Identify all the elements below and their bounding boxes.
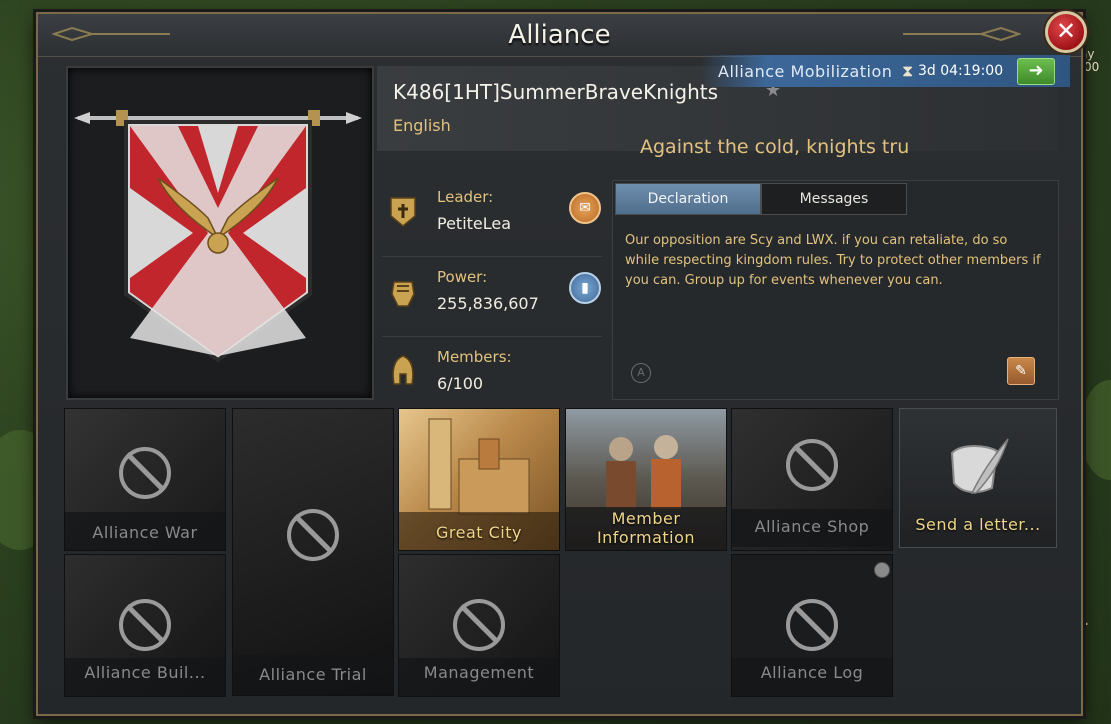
mobilization-timer: 3d 04:19:00 [918,63,1004,79]
notification-dot-icon [874,562,890,578]
tile-member-information[interactable]: Member Information [565,408,727,551]
tile-alliance-war[interactable]: Alliance War [64,408,226,551]
banner-flag-icon [74,110,362,363]
locked-icon [119,599,171,651]
locked-icon [119,447,171,499]
tile-label: Member Information [596,509,696,547]
tile-alliance-shop[interactable]: Alliance Shop [731,408,893,551]
members-value: 6/100 [437,374,484,393]
leader-crest-icon [390,197,416,227]
alliance-language: English [393,116,451,135]
edit-declaration-button[interactable]: ✎ [1007,357,1035,385]
locked-icon [453,599,505,651]
declaration-panel: Declaration Messages Our opposition are … [612,180,1059,400]
tile-label: Alliance Buil... [84,663,206,682]
map-foliage [1080,380,1111,480]
ornament-right-icon [903,27,1021,41]
tile-label: Alliance Trial [259,665,367,684]
power-label: Power: [437,268,488,286]
leader-row: Leader: PetiteLea ✉ [382,178,602,257]
tile-send-letter[interactable]: Send a letter... [899,408,1057,548]
stats-chart-icon[interactable]: ▮ [569,272,601,304]
members-label: Members: [437,348,512,366]
helmet-icon [392,355,414,385]
power-value: 255,836,607 [437,294,539,313]
alliance-mobilization-banner[interactable]: Alliance Mobilization ⧗ 3d 04:19:00 ➜ [700,55,1070,87]
alliance-window: Alliance K486[1HT]SummerBraveKnights ★ E… [36,12,1083,716]
leader-value: PetiteLea [437,214,512,233]
alliance-banner [66,66,374,400]
tile-management[interactable]: Management [398,554,560,697]
locked-icon [786,599,838,651]
tile-label: Alliance War [92,523,198,542]
leader-label: Leader: [437,188,494,206]
tile-alliance-trial[interactable]: Alliance Trial [232,408,394,696]
locked-icon [287,509,339,561]
mobilization-label: Alliance Mobilization [718,62,893,81]
tile-alliance-buildings[interactable]: Alliance Buil... [64,554,226,697]
tab-declaration[interactable]: Declaration [615,183,761,215]
tile-label: Alliance Log [760,663,864,682]
tile-label: Send a letter... [915,515,1041,534]
tab-messages[interactable]: Messages [761,183,907,215]
go-arrow-button[interactable]: ➜ [1017,58,1055,85]
translate-icon[interactable]: A [631,363,651,383]
mail-icon[interactable]: ✉ [569,192,601,224]
title-bar: Alliance [38,14,1081,57]
alliance-motto: Against the cold, knights tru [640,136,910,158]
power-row: Power: 255,836,607 ▮ [382,258,602,337]
tile-label: Management [423,663,535,682]
tile-label: Great City [436,523,522,542]
members-row: Members: 6/100 [382,338,602,416]
tile-label: Alliance Shop [754,517,870,536]
tile-great-city[interactable]: Great City [398,408,560,551]
alliance-name: K486[1HT]SummerBraveKnights [393,80,719,104]
declaration-text: Our opposition are Scy and LWX. if you c… [625,233,1041,288]
quill-letter-icon [950,438,1009,494]
hourglass-icon: ⧗ [902,61,914,80]
close-button[interactable]: ✕ [1045,11,1087,53]
fist-icon [391,281,415,307]
locked-icon [786,439,838,491]
tile-alliance-log[interactable]: Alliance Log [731,554,893,697]
